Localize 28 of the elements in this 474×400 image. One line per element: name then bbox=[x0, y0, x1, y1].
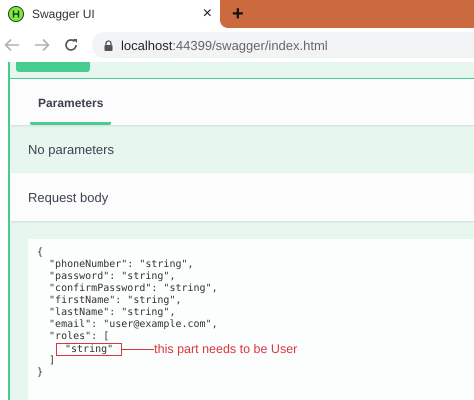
leader-line bbox=[122, 348, 154, 350]
parameters-tab[interactable]: Parameters bbox=[30, 96, 112, 125]
address-bar[interactable]: localhost:44399/swagger/index.html bbox=[92, 32, 474, 58]
url-text: localhost:44399/swagger/index.html bbox=[121, 38, 328, 52]
code-line: { bbox=[37, 247, 44, 259]
code-line: "roles": [ bbox=[48, 331, 110, 343]
code-line: "phoneNumber": "string", bbox=[48, 259, 195, 271]
code-line: "confirmPassword": "string", bbox=[48, 283, 219, 295]
request-body-label: Request body bbox=[28, 190, 108, 204]
annotation-text: this part needs to be User bbox=[154, 342, 298, 356]
forward-icon[interactable] bbox=[34, 38, 50, 52]
code-editor[interactable] bbox=[28, 239, 474, 400]
code-line: "email": "user@example.com", bbox=[48, 319, 219, 331]
new-tab-button[interactable]: + bbox=[232, 2, 244, 26]
code-line: ] bbox=[48, 355, 56, 367]
back-icon[interactable] bbox=[4, 38, 20, 52]
code-line: "firstName": "string", bbox=[48, 295, 182, 307]
tab-title: Swagger UI bbox=[32, 7, 96, 21]
reload-icon[interactable] bbox=[64, 38, 78, 52]
swagger-logo-icon bbox=[8, 6, 24, 22]
code-line: "password": "string", bbox=[48, 271, 176, 283]
lock-icon bbox=[104, 40, 113, 50]
code-line: } bbox=[37, 367, 44, 379]
code-line: "lastName": "string", bbox=[48, 307, 176, 319]
browser-tab[interactable]: Swagger UI × bbox=[0, 0, 220, 28]
no-parameters-text: No parameters bbox=[28, 142, 114, 156]
close-tab-button[interactable]: × bbox=[202, 5, 212, 23]
highlight-box: "string" bbox=[56, 342, 122, 356]
